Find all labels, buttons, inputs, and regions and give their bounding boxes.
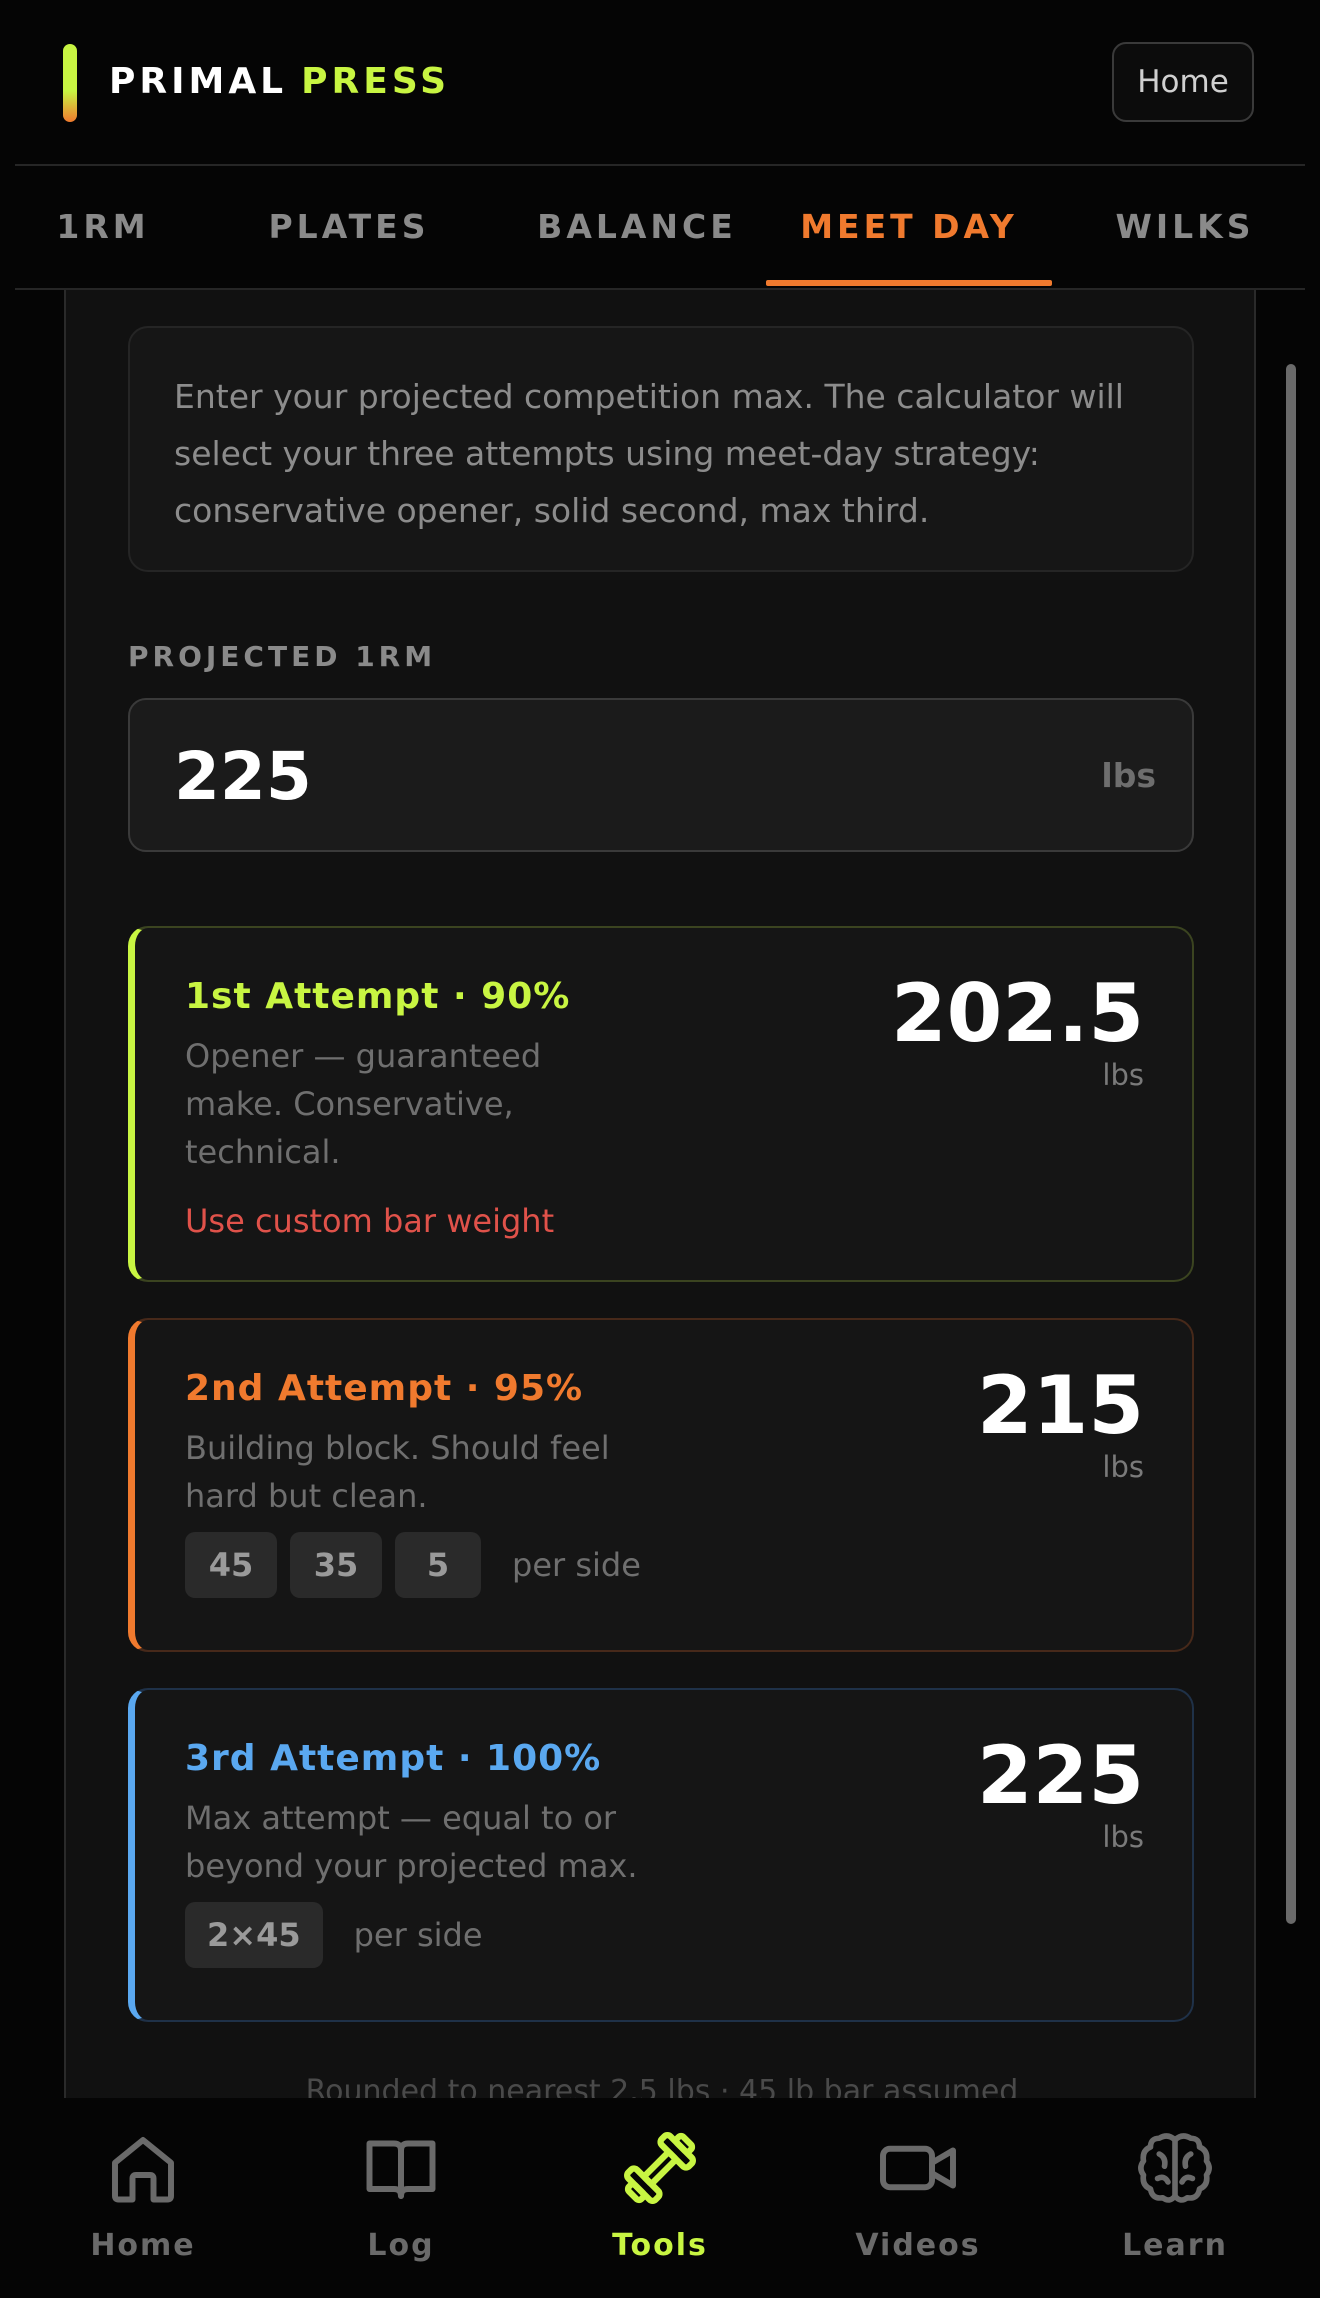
video-camera-icon <box>880 2145 956 2191</box>
instructions-box: Enter your projected competition max. Th… <box>128 326 1194 572</box>
nav-label: Learn <box>1122 2228 1228 2263</box>
attempt-unit: lbs <box>1102 1058 1144 1092</box>
app-header: PRIMAL PRESS Home <box>0 0 1320 164</box>
attempt-weight: 225 <box>977 1729 1144 1822</box>
plate-breakdown: 45 35 5 per side <box>185 1532 641 1598</box>
attempt-card-1: 1st Attempt · 90% Opener — guaranteed ma… <box>128 926 1194 1282</box>
tab-balance[interactable]: BALANCE <box>513 166 761 286</box>
nav-item-home[interactable]: Home <box>43 2126 243 2276</box>
attempt-weight: 215 <box>977 1359 1144 1452</box>
app-root: PRIMAL PRESS Home 1RM PLATES BALANCE MEET… <box>0 0 1320 2298</box>
home-button[interactable]: Home <box>1112 42 1254 122</box>
attempt-description: Opener — guaranteed make. Conservative, … <box>185 1037 542 1171</box>
bottom-nav: Home Log Tools Videos Learn <box>0 2098 1320 2298</box>
home-icon <box>112 2137 174 2203</box>
brand-accent-bar <box>63 44 77 122</box>
brand-word-primal: PRIMAL <box>109 61 288 102</box>
projected-1rm-value[interactable]: 225 <box>174 738 312 815</box>
brain-icon <box>1138 2133 1212 2203</box>
attempt-description: Max attempt — equal to or beyond your pr… <box>185 1799 638 1885</box>
tab-meet-day[interactable]: MEET DAY <box>766 166 1052 286</box>
book-icon <box>366 2140 436 2199</box>
plate-chip: 35 <box>290 1532 382 1598</box>
nav-label: Log <box>367 2228 435 2263</box>
tab-1rm[interactable]: 1RM <box>43 166 163 286</box>
projected-1rm-input[interactable]: 225 lbs <box>128 698 1194 852</box>
nav-item-tools[interactable]: Tools <box>560 2126 760 2276</box>
projected-1rm-label: PROJECTED 1RM <box>128 640 437 673</box>
nav-label: Videos <box>855 2228 981 2263</box>
plate-chip: 2×45 <box>185 1902 323 1968</box>
attempt-card-3: 3rd Attempt · 100% Max attempt — equal t… <box>128 1688 1194 2022</box>
scrollbar[interactable] <box>1286 364 1296 1924</box>
brand-logo[interactable]: PRIMAL PRESS <box>109 58 450 106</box>
plate-chip: 5 <box>395 1532 481 1598</box>
plate-chip: 45 <box>185 1532 277 1598</box>
attempt-unit: lbs <box>1102 1820 1144 1854</box>
per-side-label: per side <box>353 1916 483 1954</box>
attempt-unit: lbs <box>1102 1450 1144 1484</box>
tab-wilks[interactable]: WILKS <box>1100 166 1270 286</box>
attempt-weight: 202.5 <box>890 967 1144 1060</box>
nav-label: Tools <box>612 2228 708 2263</box>
per-side-label: per side <box>512 1546 641 1584</box>
rounding-footnote: Rounded to nearest 2.5 lbs · 45 lb bar a… <box>305 2074 1019 2100</box>
tab-plates[interactable]: PLATES <box>258 166 440 286</box>
tool-tabs: 1RM PLATES BALANCE MEET DAY WILKS <box>15 166 1305 288</box>
custom-bar-weight-warning: Use custom bar weight <box>185 1202 555 1240</box>
attempt-description: Building block. Should feel hard but cle… <box>185 1429 610 1515</box>
plate-breakdown: 2×45 per side <box>185 1902 483 1968</box>
attempt-card-2: 2nd Attempt · 95% Building block. Should… <box>128 1318 1194 1652</box>
nav-item-learn[interactable]: Learn <box>1075 2126 1275 2276</box>
attempt-title: 1st Attempt · 90% <box>185 976 571 1017</box>
brand-word-press: PRESS <box>301 61 451 102</box>
dumbbell-icon <box>624 2132 696 2204</box>
attempt-title: 3rd Attempt · 100% <box>185 1738 602 1779</box>
meet-day-panel: Enter your projected competition max. Th… <box>64 290 1256 2100</box>
nav-item-videos[interactable]: Videos <box>818 2126 1018 2276</box>
nav-item-log[interactable]: Log <box>301 2126 501 2276</box>
projected-1rm-unit: lbs <box>1101 756 1156 795</box>
nav-label: Home <box>90 2228 196 2263</box>
attempt-title: 2nd Attempt · 95% <box>185 1368 584 1409</box>
